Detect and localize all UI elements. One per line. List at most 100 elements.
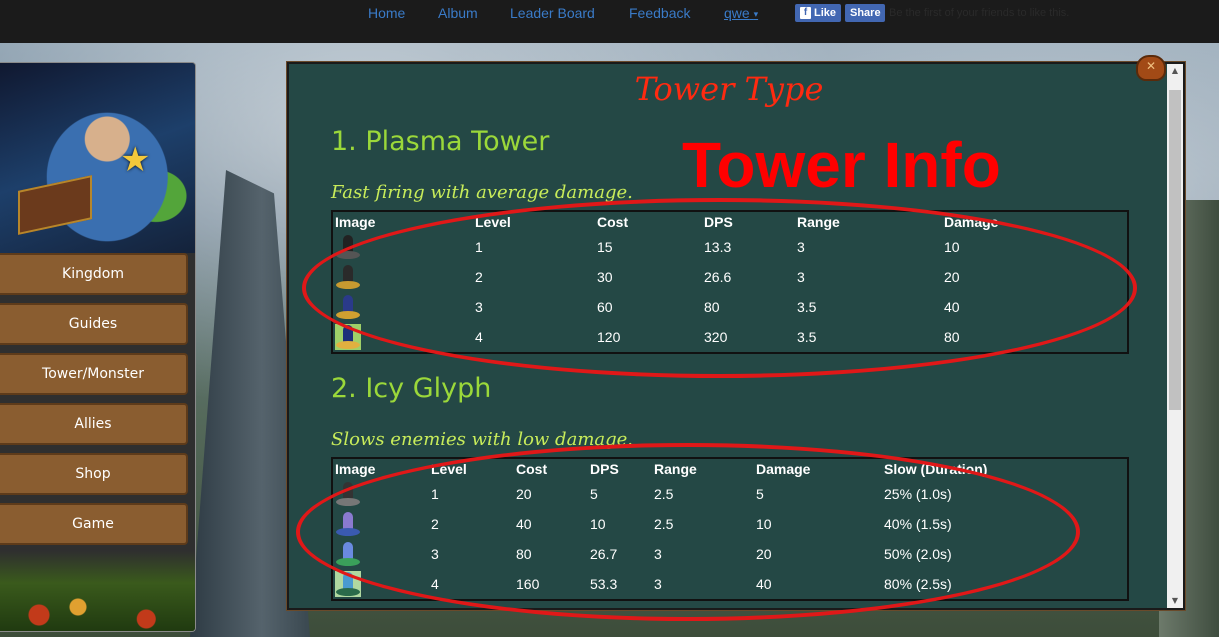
table-row: 3 80 26.7 3 20 50% (2.0s)	[332, 539, 1128, 569]
sidebar-item-kingdom[interactable]: Kingdom	[0, 253, 188, 295]
table-cell: 2.5	[654, 486, 674, 502]
sidebar-item-allies[interactable]: Allies	[0, 403, 188, 445]
table-cell: 2	[431, 516, 439, 532]
table-cell: 3	[431, 546, 439, 562]
table-cell: 3	[654, 576, 662, 592]
table-row: 2 30 26.6 3 20	[332, 262, 1128, 292]
sidebar-item-guides[interactable]: Guides	[0, 303, 188, 345]
table-cell: 53.3	[590, 576, 618, 592]
column-header: DPS	[704, 214, 733, 230]
table-cell: 26.6	[704, 269, 732, 285]
table-cell: 3	[475, 299, 483, 315]
table-header-row: Image Level Cost DPS Range Damage Slow (…	[332, 458, 1128, 479]
tower-icon	[335, 264, 361, 290]
nav-link-home[interactable]: Home	[368, 5, 405, 21]
tower-image-cell	[332, 262, 473, 292]
section-desc-icy-glyph: Slows enemies with low damage.	[331, 429, 634, 450]
fb-like-button[interactable]: f Like	[795, 4, 841, 22]
table-cell: 20	[516, 486, 532, 502]
table-cell: 80	[944, 329, 960, 345]
fb-like-label: Like	[813, 7, 836, 19]
table-cell: 60	[597, 299, 613, 315]
table-cell: 26.7	[590, 546, 618, 562]
plasma-tower-table: Image Level Cost DPS Range Damage 1 15 1…	[331, 210, 1129, 354]
tower-icon	[335, 541, 361, 567]
table-row: 3 60 80 3.5 40	[332, 292, 1128, 322]
tower-image-cell	[332, 569, 429, 600]
section-title-icy-glyph: 2. Icy Glyph	[331, 373, 492, 404]
tower-image-cell	[332, 322, 473, 353]
sidebar-item-tower-monster[interactable]: Tower/Monster	[0, 353, 188, 395]
tower-icon	[335, 511, 361, 537]
tower-image-cell	[332, 479, 429, 509]
column-header: Level	[475, 214, 511, 230]
column-header: DPS	[590, 461, 619, 477]
table-cell: 40% (1.5s)	[884, 516, 952, 532]
tower-image-cell	[332, 509, 429, 539]
tower-image-cell	[332, 292, 473, 322]
sidebar-item-shop[interactable]: Shop	[0, 453, 188, 495]
column-header: Image	[335, 461, 376, 477]
table-cell: 5	[756, 486, 764, 502]
scroll-down-icon[interactable]: ▼	[1167, 594, 1183, 608]
table-row: 2 40 10 2.5 10 40% (1.5s)	[332, 509, 1128, 539]
nav-link-feedback[interactable]: Feedback	[629, 5, 690, 21]
facebook-icon: f	[800, 7, 811, 19]
table-cell: 50% (2.0s)	[884, 546, 952, 562]
tower-icon	[335, 481, 361, 507]
table-cell: 80% (2.5s)	[884, 576, 952, 592]
nav-link-leader-board[interactable]: Leader Board	[510, 5, 595, 21]
table-cell: 2.5	[654, 516, 674, 532]
forest-decoration	[0, 551, 195, 631]
top-nav-bar: Home Album Leader Board Feedback qwe ▾ f…	[0, 0, 1219, 43]
section-desc-plasma-tower: Fast firing with average damage.	[331, 182, 633, 203]
table-cell: 2	[475, 269, 483, 285]
nav-link-album[interactable]: Album	[438, 5, 478, 21]
user-name: qwe	[724, 5, 750, 21]
table-cell: 40	[944, 299, 960, 315]
fb-share-label: Share	[850, 7, 881, 19]
table-cell: 15	[597, 239, 613, 255]
spellbook-image	[18, 175, 92, 235]
tower-info-annotation: Tower Info	[682, 129, 1001, 201]
column-header: Cost	[597, 214, 629, 230]
table-cell: 20	[756, 546, 772, 562]
table-cell: 30	[597, 269, 613, 285]
table-cell: 40	[756, 576, 772, 592]
table-cell: 3.5	[797, 329, 817, 345]
column-header: Level	[431, 461, 467, 477]
table-cell: 25% (1.0s)	[884, 486, 952, 502]
panel-scrollbar[interactable]: ▲ ▼	[1167, 64, 1183, 608]
tower-image-cell	[332, 539, 429, 569]
table-cell: 120	[597, 329, 621, 345]
table-row: 4 160 53.3 3 40 80% (2.5s)	[332, 569, 1128, 600]
table-cell: 160	[516, 576, 540, 592]
tower-image-cell	[332, 232, 473, 262]
close-icon[interactable]: ✕	[1136, 55, 1166, 81]
tower-icon	[335, 571, 361, 597]
fb-share-button[interactable]: Share	[845, 4, 885, 22]
column-header: Cost	[516, 461, 548, 477]
table-cell: 4	[431, 576, 439, 592]
table-cell: 3	[797, 269, 805, 285]
table-header-row: Image Level Cost DPS Range Damage	[332, 211, 1128, 232]
caret-down-icon: ▾	[753, 8, 759, 19]
table-cell: 10	[756, 516, 772, 532]
scroll-thumb[interactable]	[1169, 90, 1181, 410]
sorceress-portrait: ★	[0, 63, 195, 253]
table-cell: 13.3	[704, 239, 732, 255]
column-header: Range	[797, 214, 840, 230]
user-menu[interactable]: qwe ▾	[724, 5, 758, 21]
table-cell: 20	[944, 269, 960, 285]
icy-glyph-table: Image Level Cost DPS Range Damage Slow (…	[331, 457, 1129, 601]
table-cell: 3.5	[797, 299, 817, 315]
column-header: Image	[335, 214, 376, 230]
table-cell: 80	[516, 546, 532, 562]
table-cell: 1	[475, 239, 483, 255]
table-cell: 4	[475, 329, 483, 345]
scroll-up-icon[interactable]: ▲	[1167, 64, 1183, 78]
table-cell: 320	[704, 329, 728, 345]
column-header: Slow (Duration)	[884, 461, 988, 477]
table-cell: 3	[797, 239, 805, 255]
sidebar-item-game[interactable]: Game	[0, 503, 188, 545]
